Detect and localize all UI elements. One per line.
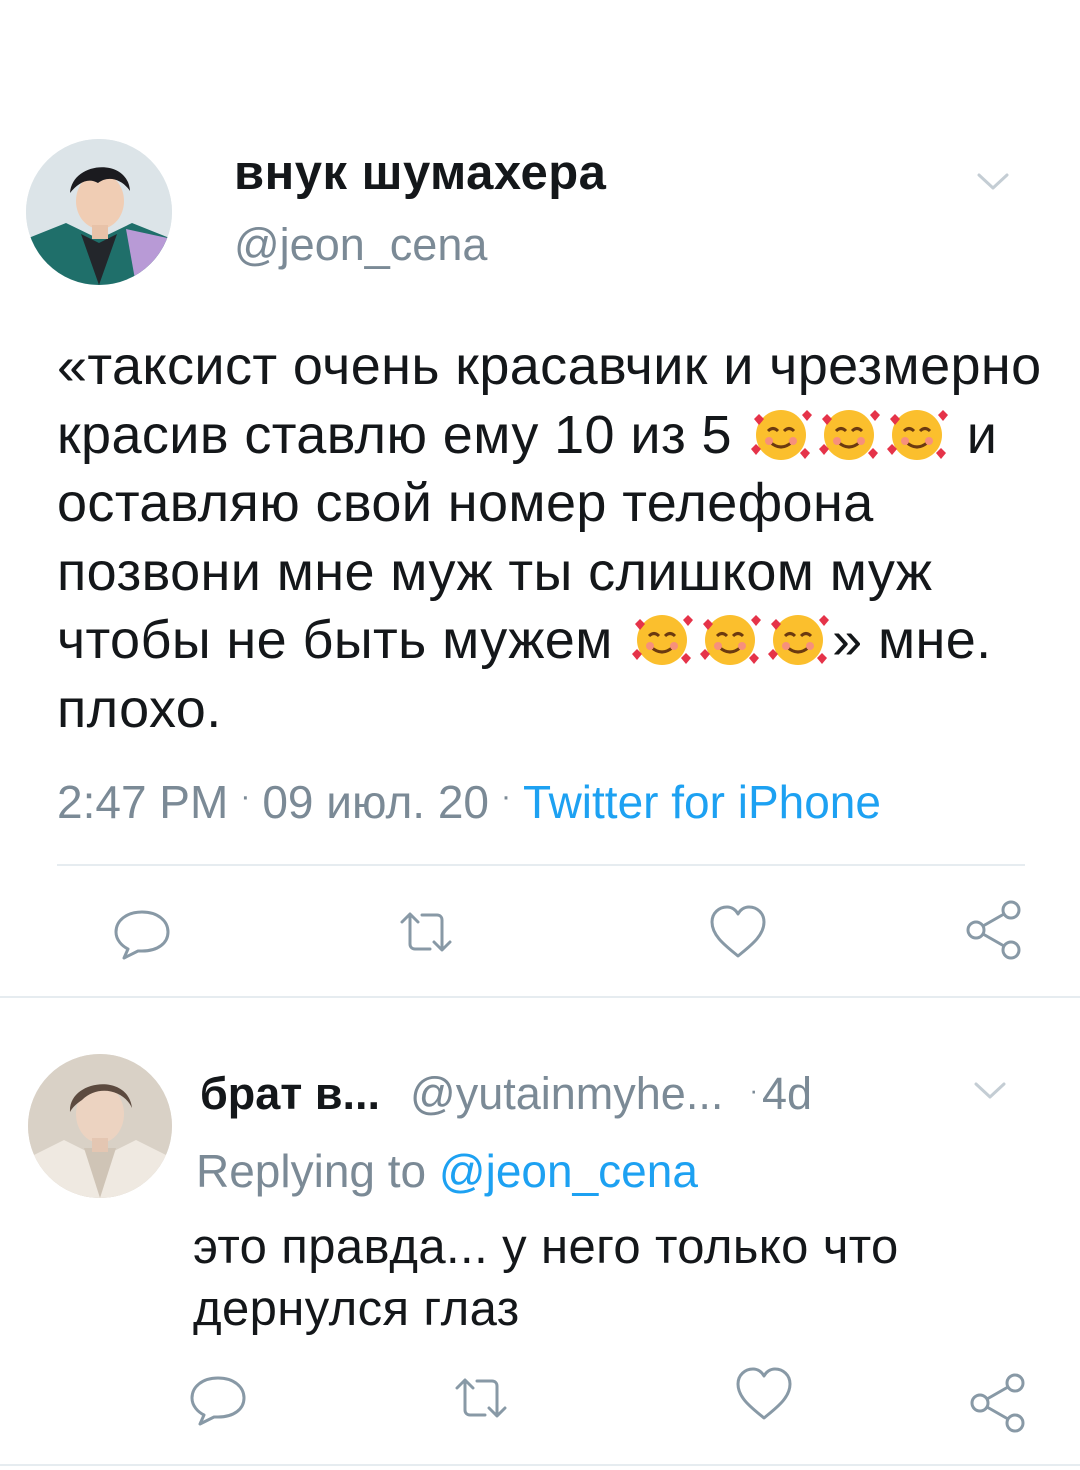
divider bbox=[0, 1464, 1080, 1466]
smiling-face-with-hearts-icon bbox=[887, 409, 949, 460]
retweet-button[interactable] bbox=[394, 900, 458, 964]
share-icon bbox=[970, 1373, 1025, 1433]
author-display-name[interactable]: внук шумахера bbox=[234, 145, 606, 201]
replying-to-label: Replying to bbox=[196, 1145, 427, 1197]
smiling-face-with-hearts-icon bbox=[700, 615, 762, 665]
divider bbox=[0, 996, 1080, 998]
reply-text: это правда... у него только что дернулся… bbox=[193, 1220, 899, 1336]
reply-button[interactable] bbox=[110, 900, 174, 964]
like-button[interactable] bbox=[706, 900, 770, 964]
avatar-image bbox=[28, 1054, 172, 1198]
reply-author-display-name[interactable]: брат в... bbox=[200, 1068, 380, 1119]
share-icon bbox=[966, 900, 1021, 960]
tweet-source-link[interactable]: Twitter for iPhone bbox=[523, 776, 881, 828]
author-handle[interactable]: @jeon_cena bbox=[234, 219, 487, 271]
reply-timestamp: ·4d bbox=[749, 1068, 812, 1119]
replying-to-mention-link[interactable]: @jeon_cena bbox=[439, 1145, 698, 1197]
divider bbox=[57, 864, 1025, 866]
separator-dot: · bbox=[749, 1075, 759, 1105]
smiling-face-with-hearts-icon bbox=[768, 615, 830, 665]
like-icon bbox=[736, 1367, 792, 1420]
tweet-time: 2:47 PM bbox=[57, 776, 229, 828]
share-button[interactable] bbox=[966, 1370, 1030, 1434]
reply-icon bbox=[114, 910, 170, 960]
reply-time-text: 4d bbox=[762, 1068, 813, 1119]
reply-author-handle[interactable]: @yutainmyhe... bbox=[410, 1068, 723, 1119]
reply-button[interactable] bbox=[186, 1366, 250, 1430]
reply-author-avatar[interactable] bbox=[28, 1054, 172, 1198]
emoji-group-2 bbox=[628, 610, 832, 670]
chevron-down-icon[interactable] bbox=[972, 1080, 1008, 1102]
retweet-button[interactable] bbox=[449, 1366, 513, 1430]
reply-icon bbox=[190, 1376, 246, 1426]
emoji-group-1 bbox=[747, 405, 951, 465]
tweet-date: 09 июл. 20 bbox=[262, 776, 490, 828]
tweet-text: «таксист очень красавчик и чрезмерно кра… bbox=[57, 332, 1057, 743]
like-icon bbox=[710, 905, 766, 958]
smiling-face-with-hearts-icon bbox=[632, 615, 694, 665]
smiling-face-with-hearts-icon bbox=[751, 409, 813, 460]
like-button[interactable] bbox=[732, 1362, 796, 1426]
share-button[interactable] bbox=[962, 897, 1026, 961]
reply-header: брат в... @yutainmyhe... ·4d bbox=[200, 1068, 812, 1120]
smiling-face-with-hearts-icon bbox=[819, 409, 881, 460]
avatar-image bbox=[26, 139, 172, 285]
author-avatar[interactable] bbox=[26, 139, 172, 285]
replying-to-line: Replying to @jeon_cena bbox=[196, 1144, 698, 1198]
retweet-icon bbox=[400, 912, 452, 952]
separator-dot: · bbox=[501, 780, 512, 813]
tweet-meta: 2:47 PM · 09 июл. 20 · Twitter for iPhone bbox=[57, 775, 881, 829]
retweet-icon bbox=[455, 1378, 507, 1418]
separator-dot: · bbox=[240, 780, 251, 813]
chevron-down-icon[interactable] bbox=[975, 171, 1011, 193]
